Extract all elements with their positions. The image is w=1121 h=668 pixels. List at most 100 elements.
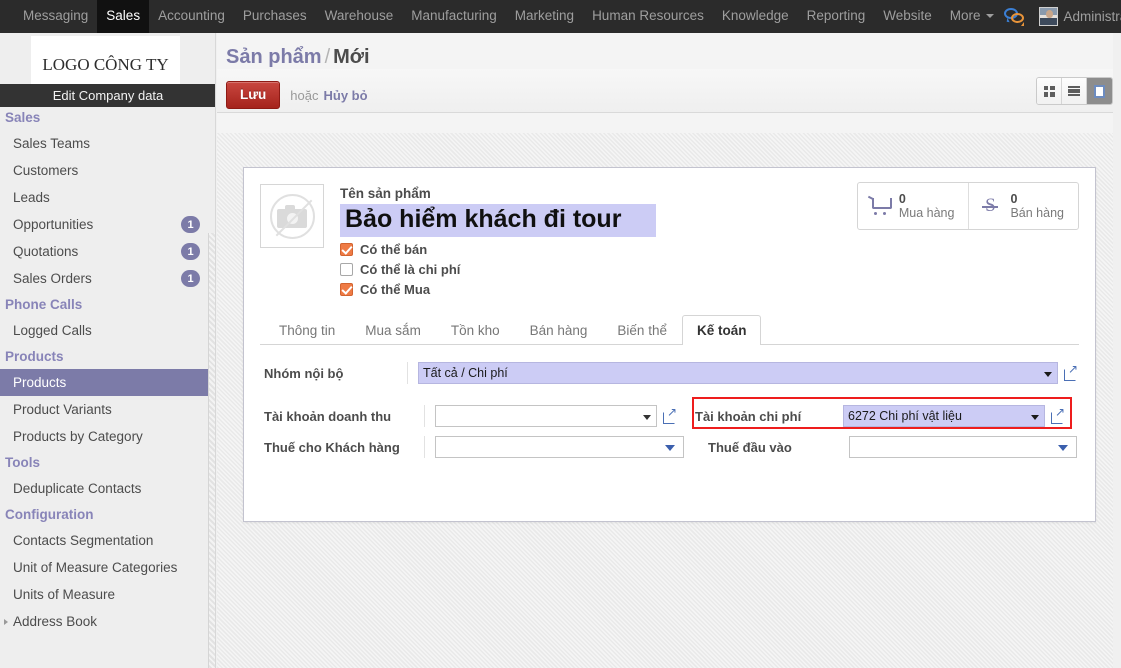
sidebar-item-badge: 1 <box>181 216 200 233</box>
user-menu-label[interactable]: Administrator <box>1064 9 1121 24</box>
sidebar-item-product-variants[interactable]: Product Variants <box>0 396 214 423</box>
sidebar-item-opportunities[interactable]: Opportunities 1 <box>0 211 214 238</box>
menu-item-human-resources[interactable]: Human Resources <box>583 0 713 33</box>
tab-bán-hàng[interactable]: Bán hàng <box>515 315 603 345</box>
breadcrumb-root[interactable]: Sản phẩm <box>226 46 322 68</box>
chevron-down-icon <box>1031 415 1039 420</box>
sidebar-item-label: Logged Calls <box>13 323 92 338</box>
kanban-view-button[interactable] <box>1037 78 1062 104</box>
stat-label-purchases: Mua hàng <box>898 206 955 220</box>
menu-item-more[interactable]: More <box>941 0 1003 33</box>
menu-item-manufacturing[interactable]: Manufacturing <box>402 0 506 33</box>
chat-bubble-orange <box>1010 12 1024 26</box>
sidebar-item-label: Products <box>13 375 67 390</box>
product-flags: Có thể bán Có thể là chi phí Có thể Mua <box>340 242 656 297</box>
sidebar-item-unit-of-measure-categories[interactable]: Unit of Measure Categories <box>0 554 214 581</box>
expense-account-select[interactable]: 6272 Chi phí vật liệu <box>843 405 1045 427</box>
sidebar-item-label: Sales Teams <box>13 136 91 151</box>
avatar <box>1038 7 1058 26</box>
sidebar-nav: Sales Sales Teams Customers Leads Opportunit… <box>0 105 214 635</box>
internal-group-external-link-icon[interactable] <box>1064 362 1079 381</box>
checkbox-label: Có thể là chi phí <box>360 262 461 277</box>
field-row-taxes: Thuế cho Khách hàng Thuế đầu vào <box>264 436 1079 458</box>
sidebar-item-leads[interactable]: Leads <box>0 184 214 211</box>
chevron-right-icon[interactable] <box>4 619 8 625</box>
menu-item-knowledge[interactable]: Knowledge <box>713 0 798 33</box>
menu-item-marketing[interactable]: Marketing <box>506 0 583 33</box>
sidebar: LOGO CÔNG TY Edit Company data Sales Sale… <box>0 33 216 668</box>
no-camera-icon[interactable] <box>260 184 324 248</box>
checkbox-checked-icon[interactable] <box>340 283 353 296</box>
sidebar-item-label: Customers <box>13 163 79 178</box>
company-logo[interactable]: LOGO CÔNG TY <box>31 36 180 88</box>
checkbox-row[interactable]: Có thể bán <box>340 242 656 257</box>
sidebar-item-deduplicate-contacts[interactable]: Deduplicate Contacts <box>0 475 214 502</box>
stat-button-purchases[interactable]: 0 Mua hàng <box>858 183 970 229</box>
sidebar-item-label: Address Book <box>13 614 98 629</box>
sidebar-item-quotations[interactable]: Quotations 1 <box>0 238 214 265</box>
or-label: hoặc <box>290 87 319 103</box>
product-name-input[interactable] <box>340 204 656 237</box>
expense-account-external-link-icon[interactable] <box>1051 405 1066 424</box>
sidebar-item-sales-teams[interactable]: Sales Teams <box>0 130 214 157</box>
sidebar-item-contacts-segmentation[interactable]: Contacts Segmentation <box>0 527 214 554</box>
menu-item-sales[interactable]: Sales <box>97 0 150 33</box>
form-tabs: Thông tin Mua sắm Tồn kho Bán hàng Biến thể K… <box>260 315 1079 345</box>
chevron-down-icon <box>665 445 675 451</box>
chat-icon[interactable] <box>1003 7 1029 27</box>
menu-item-accounting[interactable]: Accounting <box>149 0 234 33</box>
breadcrumb: Sản phẩm / Mới <box>217 33 1121 69</box>
stat-button-sales[interactable]: S 0 Bán hàng <box>969 183 1078 229</box>
chevron-down-icon <box>1058 445 1068 451</box>
main-menu: Messaging Sales Accounting Purchases Warehou… <box>0 0 1003 33</box>
checkbox-row[interactable]: Có thể là chi phí <box>340 262 656 277</box>
stat-value-sales: 0 <box>1010 192 1018 206</box>
list-view-button[interactable] <box>1062 78 1087 104</box>
sidebar-item-address-book[interactable]: Address Book <box>0 608 214 635</box>
sidebar-item-badge: 1 <box>181 243 200 260</box>
discard-button[interactable]: Hủy bỏ <box>323 88 367 103</box>
main-content: Sản phẩm / Mới Lưu hoặc Hủy bỏ 0 Mua hàn… <box>217 33 1121 668</box>
stat-value-purchases: 0 <box>898 192 906 206</box>
menu-item-purchases[interactable]: Purchases <box>234 0 316 33</box>
income-account-select[interactable] <box>435 405 657 427</box>
field-row-income-expense: Tài khoản doanh thu Tài khoản chi phí <box>264 397 1079 429</box>
stat-label-sales: Bán hàng <box>1010 206 1064 220</box>
main-scrollbar[interactable] <box>1113 33 1121 668</box>
customer-tax-select[interactable] <box>435 436 684 458</box>
sidebar-item-units-of-measure[interactable]: Units of Measure <box>0 581 214 608</box>
tab-biến-thể[interactable]: Biến thể <box>602 315 682 345</box>
tab-thông-tin[interactable]: Thông tin <box>264 315 350 345</box>
save-button[interactable]: Lưu <box>226 81 281 109</box>
top-navbar: Messaging Sales Accounting Purchases Warehou… <box>0 0 1121 33</box>
sidebar-item-products-by-category[interactable]: Products by Category <box>0 423 214 450</box>
expense-account-label: Tài khoản chi phí <box>695 408 802 424</box>
edit-company-tooltip: Edit Company data <box>0 84 215 107</box>
company-logo-text: LOGO CÔNG TY <box>42 55 169 74</box>
breadcrumb-separator: / <box>324 46 331 68</box>
income-account-external-link-icon[interactable] <box>663 405 678 424</box>
tab-mua-sắm[interactable]: Mua sắm <box>350 315 436 345</box>
menu-item-warehouse[interactable]: Warehouse <box>316 0 403 33</box>
sidebar-item-products[interactable]: Products <box>0 369 214 396</box>
sidebar-item-sales-orders[interactable]: Sales Orders 1 <box>0 265 214 292</box>
checkbox-checked-icon[interactable] <box>340 243 353 256</box>
form-view-button[interactable] <box>1087 78 1112 104</box>
tab-tồn-kho[interactable]: Tồn kho <box>436 315 515 345</box>
sidebar-item-label: Product Variants <box>13 402 112 417</box>
sidebar-scrollbar[interactable] <box>208 233 215 668</box>
sidebar-item-customers[interactable]: Customers <box>0 157 214 184</box>
menu-item-reporting[interactable]: Reporting <box>798 0 875 33</box>
sidebar-item-label: Units of Measure <box>13 587 116 602</box>
checkbox-unchecked-icon[interactable] <box>340 263 353 276</box>
checkbox-row[interactable]: Có thể Mua <box>340 282 656 297</box>
internal-group-select[interactable]: Tất cả / Chi phí <box>418 362 1058 384</box>
sidebar-section-sales: Sales <box>5 110 41 125</box>
menu-item-messaging[interactable]: Messaging <box>14 0 97 33</box>
tab-kế-toán[interactable]: Kế toán <box>681 315 762 345</box>
input-tax-select[interactable] <box>849 436 1077 458</box>
internal-group-label: Nhóm nội bộ <box>264 365 344 381</box>
menu-item-website[interactable]: Website <box>874 0 941 33</box>
sidebar-item-logged-calls[interactable]: Logged Calls <box>0 317 214 344</box>
sidebar-item-label: Products by Category <box>13 429 143 444</box>
